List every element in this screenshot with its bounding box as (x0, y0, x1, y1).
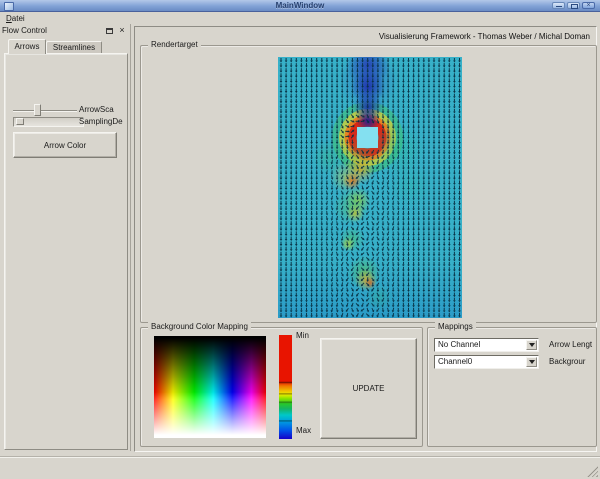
background-mapping-label: Background Color Mapping (148, 322, 251, 332)
background-channel-value: Channel0 (438, 357, 472, 366)
dock-close-icon[interactable]: × (117, 24, 127, 36)
sampling-label: SamplingDe (79, 117, 129, 127)
flow-field-visualization[interactable] (278, 57, 462, 318)
background-channel-select[interactable]: Channel0 (434, 355, 539, 369)
background-channel-label: Backgrour (549, 355, 595, 369)
arrows-tab-pane: ArrowSca SamplingDe Arrow Color (4, 53, 128, 450)
rendertarget-group: Rendertarget (140, 45, 597, 323)
transfer-function-colorbar (279, 335, 292, 439)
close-icon: × (583, 1, 594, 10)
background-mapping-group: Background Color Mapping Min Max UPDATE (140, 327, 423, 447)
arrow-scale-slider-handle[interactable] (34, 104, 41, 116)
chevron-down-icon (529, 343, 535, 347)
central-area: Visualisierung Framework - Thomas Weber … (134, 26, 597, 452)
tab-streamlines[interactable]: Streamlines (46, 41, 102, 53)
arrow-length-channel-value: No Channel (438, 340, 480, 349)
arrow-scale-slider-groove (13, 110, 77, 112)
mappings-group: Mappings No Channel Arrow Lengt Channel0… (427, 327, 597, 447)
float-window-icon[interactable] (106, 28, 113, 34)
chevron-down-icon (529, 360, 535, 364)
window-title: MainWindow (0, 0, 600, 11)
dropdown-button[interactable] (526, 357, 537, 367)
arrow-length-channel-select[interactable]: No Channel (434, 338, 539, 352)
arrow-color-button[interactable]: Arrow Color (13, 132, 117, 158)
statusbar (0, 456, 600, 479)
menu-item-datei[interactable]: Datei (0, 12, 31, 24)
minimize-button[interactable] (552, 2, 565, 9)
mappings-group-label: Mappings (435, 322, 476, 332)
maximize-button[interactable] (567, 2, 580, 9)
arrow-length-label: Arrow Lengt (549, 338, 595, 352)
color-picker-map[interactable] (154, 336, 266, 438)
flow-control-dock: Flow Control × Arrows Streamlines ArrowS… (0, 24, 131, 451)
sampling-slider[interactable] (13, 117, 84, 127)
rendertarget-group-label: Rendertarget (148, 40, 201, 50)
titlebar[interactable]: MainWindow × (0, 0, 600, 12)
tab-arrows[interactable]: Arrows (8, 39, 46, 54)
credit-text: Visualisierung Framework - Thomas Weber … (379, 32, 590, 41)
close-button[interactable]: × (582, 2, 595, 9)
dropdown-button[interactable] (526, 340, 537, 350)
update-button[interactable]: UPDATE (320, 338, 417, 439)
menubar: Datei (0, 12, 600, 24)
arrow-scale-label: ArrowSca (79, 105, 129, 115)
sampling-slider-handle[interactable] (16, 118, 24, 125)
resize-grip-icon[interactable] (587, 466, 598, 477)
arrow-scale-slider[interactable] (13, 104, 77, 117)
